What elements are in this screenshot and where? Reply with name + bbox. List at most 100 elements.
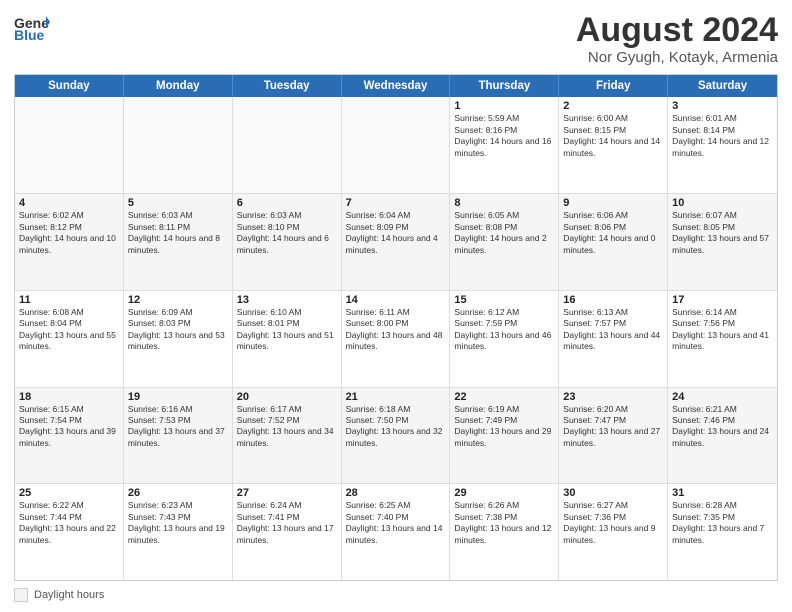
svg-text:Blue: Blue <box>14 27 45 42</box>
day-number: 11 <box>19 294 119 306</box>
day-info: Sunrise: 6:23 AM Sunset: 7:43 PM Dayligh… <box>128 500 228 546</box>
day-cell-2: 2Sunrise: 6:00 AM Sunset: 8:15 PM Daylig… <box>559 97 668 193</box>
day-info: Sunrise: 6:17 AM Sunset: 7:52 PM Dayligh… <box>237 404 337 450</box>
day-cell-22: 22Sunrise: 6:19 AM Sunset: 7:49 PM Dayli… <box>450 388 559 484</box>
day-cell-26: 26Sunrise: 6:23 AM Sunset: 7:43 PM Dayli… <box>124 484 233 580</box>
day-cell-23: 23Sunrise: 6:20 AM Sunset: 7:47 PM Dayli… <box>559 388 668 484</box>
title-section: August 2024 Nor Gyugh, Kotayk, Armenia <box>576 12 778 66</box>
day-number: 18 <box>19 391 119 403</box>
day-number: 7 <box>346 197 446 209</box>
day-number: 24 <box>672 391 773 403</box>
day-number: 16 <box>563 294 663 306</box>
day-number: 3 <box>672 100 773 112</box>
day-info: Sunrise: 6:15 AM Sunset: 7:54 PM Dayligh… <box>19 404 119 450</box>
calendar-row: 1Sunrise: 5:59 AM Sunset: 8:16 PM Daylig… <box>15 97 777 194</box>
day-cell-25: 25Sunrise: 6:22 AM Sunset: 7:44 PM Dayli… <box>15 484 124 580</box>
footer: Daylight hours <box>14 586 778 604</box>
day-info: Sunrise: 6:12 AM Sunset: 7:59 PM Dayligh… <box>454 307 554 353</box>
day-info: Sunrise: 6:21 AM Sunset: 7:46 PM Dayligh… <box>672 404 773 450</box>
day-info: Sunrise: 6:08 AM Sunset: 8:04 PM Dayligh… <box>19 307 119 353</box>
day-number: 8 <box>454 197 554 209</box>
day-number: 19 <box>128 391 228 403</box>
day-info: Sunrise: 6:11 AM Sunset: 8:00 PM Dayligh… <box>346 307 446 353</box>
day-info: Sunrise: 6:26 AM Sunset: 7:38 PM Dayligh… <box>454 500 554 546</box>
day-cell-6: 6Sunrise: 6:03 AM Sunset: 8:10 PM Daylig… <box>233 194 342 290</box>
day-info: Sunrise: 6:00 AM Sunset: 8:15 PM Dayligh… <box>563 113 663 159</box>
day-number: 23 <box>563 391 663 403</box>
day-info: Sunrise: 6:03 AM Sunset: 8:10 PM Dayligh… <box>237 210 337 256</box>
day-number: 4 <box>19 197 119 209</box>
day-cell-30: 30Sunrise: 6:27 AM Sunset: 7:36 PM Dayli… <box>559 484 668 580</box>
day-cell-8: 8Sunrise: 6:05 AM Sunset: 8:08 PM Daylig… <box>450 194 559 290</box>
day-number: 27 <box>237 487 337 499</box>
day-number: 30 <box>563 487 663 499</box>
header: General Blue August 2024 Nor Gyugh, Kota… <box>14 12 778 66</box>
day-cell-4: 4Sunrise: 6:02 AM Sunset: 8:12 PM Daylig… <box>15 194 124 290</box>
day-info: Sunrise: 5:59 AM Sunset: 8:16 PM Dayligh… <box>454 113 554 159</box>
day-of-week-thursday: Thursday <box>450 75 559 97</box>
empty-cell <box>342 97 451 193</box>
day-of-week-monday: Monday <box>124 75 233 97</box>
calendar-header: SundayMondayTuesdayWednesdayThursdayFrid… <box>15 75 777 97</box>
day-info: Sunrise: 6:16 AM Sunset: 7:53 PM Dayligh… <box>128 404 228 450</box>
day-number: 20 <box>237 391 337 403</box>
main-title: August 2024 <box>576 12 778 49</box>
day-of-week-tuesday: Tuesday <box>233 75 342 97</box>
empty-cell <box>124 97 233 193</box>
day-number: 6 <box>237 197 337 209</box>
day-cell-28: 28Sunrise: 6:25 AM Sunset: 7:40 PM Dayli… <box>342 484 451 580</box>
logo-icon: General Blue <box>14 12 50 42</box>
day-cell-27: 27Sunrise: 6:24 AM Sunset: 7:41 PM Dayli… <box>233 484 342 580</box>
day-info: Sunrise: 6:10 AM Sunset: 8:01 PM Dayligh… <box>237 307 337 353</box>
day-cell-5: 5Sunrise: 6:03 AM Sunset: 8:11 PM Daylig… <box>124 194 233 290</box>
day-number: 26 <box>128 487 228 499</box>
calendar-row: 11Sunrise: 6:08 AM Sunset: 8:04 PM Dayli… <box>15 291 777 388</box>
day-cell-3: 3Sunrise: 6:01 AM Sunset: 8:14 PM Daylig… <box>668 97 777 193</box>
day-cell-24: 24Sunrise: 6:21 AM Sunset: 7:46 PM Dayli… <box>668 388 777 484</box>
day-number: 5 <box>128 197 228 209</box>
day-cell-14: 14Sunrise: 6:11 AM Sunset: 8:00 PM Dayli… <box>342 291 451 387</box>
day-info: Sunrise: 6:03 AM Sunset: 8:11 PM Dayligh… <box>128 210 228 256</box>
day-cell-12: 12Sunrise: 6:09 AM Sunset: 8:03 PM Dayli… <box>124 291 233 387</box>
day-cell-10: 10Sunrise: 6:07 AM Sunset: 8:05 PM Dayli… <box>668 194 777 290</box>
day-cell-19: 19Sunrise: 6:16 AM Sunset: 7:53 PM Dayli… <box>124 388 233 484</box>
day-number: 10 <box>672 197 773 209</box>
calendar-row: 25Sunrise: 6:22 AM Sunset: 7:44 PM Dayli… <box>15 484 777 580</box>
calendar-body: 1Sunrise: 5:59 AM Sunset: 8:16 PM Daylig… <box>15 97 777 580</box>
day-number: 9 <box>563 197 663 209</box>
day-of-week-saturday: Saturday <box>668 75 777 97</box>
logo: General Blue <box>14 12 50 42</box>
day-number: 15 <box>454 294 554 306</box>
day-info: Sunrise: 6:25 AM Sunset: 7:40 PM Dayligh… <box>346 500 446 546</box>
day-number: 1 <box>454 100 554 112</box>
day-number: 12 <box>128 294 228 306</box>
page: General Blue August 2024 Nor Gyugh, Kota… <box>0 0 792 612</box>
day-cell-16: 16Sunrise: 6:13 AM Sunset: 7:57 PM Dayli… <box>559 291 668 387</box>
day-number: 31 <box>672 487 773 499</box>
day-info: Sunrise: 6:18 AM Sunset: 7:50 PM Dayligh… <box>346 404 446 450</box>
day-info: Sunrise: 6:02 AM Sunset: 8:12 PM Dayligh… <box>19 210 119 256</box>
day-of-week-friday: Friday <box>559 75 668 97</box>
calendar-row: 4Sunrise: 6:02 AM Sunset: 8:12 PM Daylig… <box>15 194 777 291</box>
day-cell-11: 11Sunrise: 6:08 AM Sunset: 8:04 PM Dayli… <box>15 291 124 387</box>
calendar: SundayMondayTuesdayWednesdayThursdayFrid… <box>14 74 778 581</box>
day-number: 14 <box>346 294 446 306</box>
day-number: 28 <box>346 487 446 499</box>
legend-label: Daylight hours <box>34 589 104 601</box>
day-cell-18: 18Sunrise: 6:15 AM Sunset: 7:54 PM Dayli… <box>15 388 124 484</box>
day-info: Sunrise: 6:20 AM Sunset: 7:47 PM Dayligh… <box>563 404 663 450</box>
day-cell-29: 29Sunrise: 6:26 AM Sunset: 7:38 PM Dayli… <box>450 484 559 580</box>
day-info: Sunrise: 6:07 AM Sunset: 8:05 PM Dayligh… <box>672 210 773 256</box>
day-number: 25 <box>19 487 119 499</box>
day-number: 13 <box>237 294 337 306</box>
day-number: 29 <box>454 487 554 499</box>
day-number: 2 <box>563 100 663 112</box>
day-info: Sunrise: 6:28 AM Sunset: 7:35 PM Dayligh… <box>672 500 773 546</box>
day-cell-1: 1Sunrise: 5:59 AM Sunset: 8:16 PM Daylig… <box>450 97 559 193</box>
day-info: Sunrise: 6:19 AM Sunset: 7:49 PM Dayligh… <box>454 404 554 450</box>
day-info: Sunrise: 6:06 AM Sunset: 8:06 PM Dayligh… <box>563 210 663 256</box>
day-cell-15: 15Sunrise: 6:12 AM Sunset: 7:59 PM Dayli… <box>450 291 559 387</box>
day-info: Sunrise: 6:13 AM Sunset: 7:57 PM Dayligh… <box>563 307 663 353</box>
day-info: Sunrise: 6:09 AM Sunset: 8:03 PM Dayligh… <box>128 307 228 353</box>
day-info: Sunrise: 6:05 AM Sunset: 8:08 PM Dayligh… <box>454 210 554 256</box>
